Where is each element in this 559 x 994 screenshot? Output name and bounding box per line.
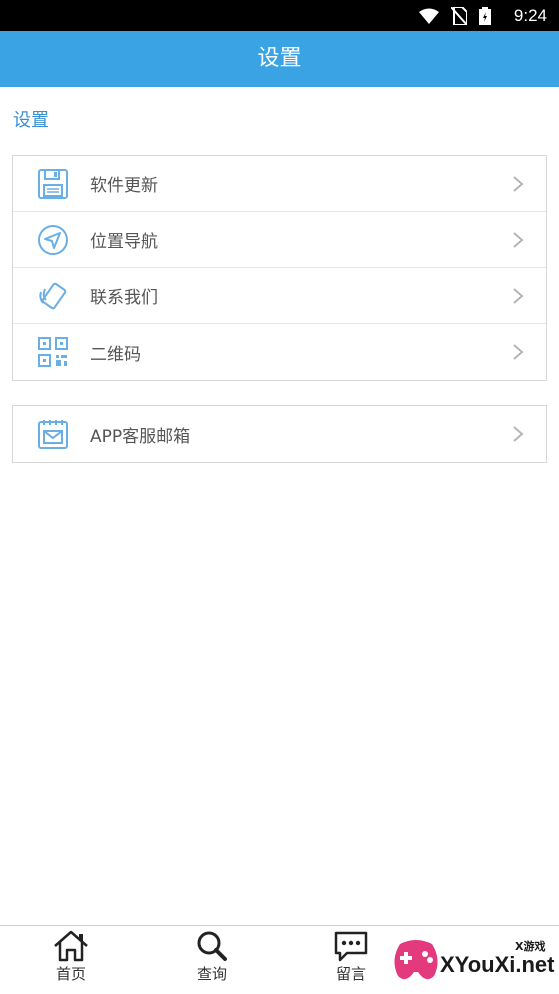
settings-item-update[interactable]: 软件更新 <box>13 156 546 212</box>
settings-item-label: 位置导航 <box>90 232 158 252</box>
status-bar: 9:24 <box>0 0 559 31</box>
chevron-right-icon <box>513 176 524 192</box>
nav-message-label: 留言 <box>335 965 366 983</box>
settings-item-label: 软件更新 <box>90 176 158 196</box>
chevron-right-icon <box>513 426 524 442</box>
chevron-right-icon <box>513 288 524 304</box>
settings-list: 软件更新 位置导航 联系我们 二维码 <box>12 155 547 381</box>
mail-list: APP客服邮箱 <box>12 405 547 463</box>
chevron-right-icon <box>513 232 524 248</box>
settings-item-contact[interactable]: 联系我们 <box>13 268 546 324</box>
nav-home-label: 首页 <box>55 965 86 983</box>
status-icons <box>419 7 491 25</box>
settings-item-qrcode[interactable]: 二维码 <box>13 324 546 380</box>
nav-message[interactable]: 留言 <box>311 930 391 984</box>
settings-item-label: 联系我们 <box>90 288 158 308</box>
gamepad-logo-icon <box>394 940 438 980</box>
qrcode-icon <box>38 337 68 367</box>
nav-home[interactable]: 首页 <box>31 930 111 984</box>
chevron-right-icon <box>513 344 524 360</box>
search-icon <box>197 931 227 961</box>
nav-search-label: 查询 <box>196 965 227 983</box>
status-time: 9:24 <box>513 6 547 25</box>
settings-item-mail[interactable]: APP客服邮箱 <box>13 406 546 462</box>
settings-item-label: APP客服邮箱 <box>90 426 191 447</box>
battery-icon <box>479 7 491 25</box>
mail-icon <box>38 420 68 449</box>
no-sim-icon <box>451 7 467 25</box>
phone-icon <box>39 282 67 310</box>
message-icon <box>334 931 368 962</box>
nav-search[interactable]: 查询 <box>172 930 252 984</box>
save-icon <box>38 169 68 199</box>
navigation-icon <box>38 225 68 255</box>
watermark-text: XYouXi.net <box>440 952 555 977</box>
page-title: 设置 <box>0 31 559 87</box>
settings-item-label: 二维码 <box>90 344 141 365</box>
section-title: 设置 <box>13 110 49 131</box>
watermark: X游戏 XYouXi.net <box>388 930 559 994</box>
home-icon <box>54 930 88 962</box>
wifi-icon <box>419 8 439 24</box>
settings-item-navigation[interactable]: 位置导航 <box>13 212 546 268</box>
